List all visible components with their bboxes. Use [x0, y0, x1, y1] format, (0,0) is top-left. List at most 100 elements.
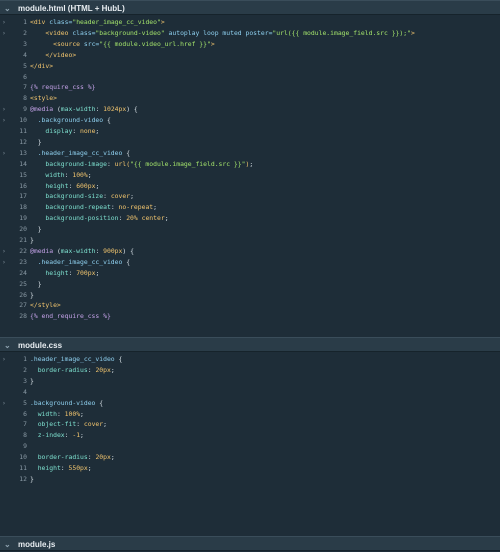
code-line[interactable]: 19 background-position: 20% center;: [0, 213, 500, 223]
line-number: 10: [19, 116, 27, 125]
code-line[interactable]: 7 {% require_css %}: [0, 82, 500, 92]
line-number: 24: [19, 268, 27, 277]
panel-header-css[interactable]: ⌄ module.css: [0, 337, 500, 352]
code-text: </div>: [30, 61, 54, 70]
code-line[interactable]: 14 background-image: url("{{ module.imag…: [0, 159, 500, 169]
code-line[interactable]: 9: [0, 441, 500, 451]
code-text: </style>: [30, 301, 61, 310]
code-text: }: [30, 290, 34, 299]
code-line[interactable]: 25 }: [0, 279, 500, 289]
code-text: {% end_require_css %}: [30, 312, 111, 321]
code-text: background-size: cover;: [45, 192, 134, 201]
code-line[interactable]: › 5 .background-video {: [0, 398, 500, 408]
code-editor-html[interactable]: › 1 <div class="header_image_cc_video"> › 2 …: [0, 15, 500, 337]
code-line[interactable]: 27 </style>: [0, 300, 500, 310]
line-number: 26: [19, 290, 27, 299]
code-text: <style>: [30, 94, 57, 103]
code-text: .background-video {: [37, 116, 111, 125]
line-number: 7: [23, 420, 27, 429]
line-number: 2: [23, 28, 27, 37]
code-line[interactable]: 21}: [0, 235, 500, 245]
code-line[interactable]: › 10 .background-video {: [0, 115, 500, 125]
line-number: 12: [19, 137, 27, 146]
chevron-down-icon[interactable]: ⌄: [4, 338, 11, 353]
code-line[interactable]: › 2 <video class="background-video" autop…: [0, 28, 500, 38]
code-line[interactable]: 8 <style>: [0, 93, 500, 103]
code-line[interactable]: › 9 @media (max-width: 1024px) {: [0, 104, 500, 114]
code-line[interactable]: 5 </div>: [0, 61, 500, 71]
code-line[interactable]: 2 border-radius: 20px;: [0, 365, 500, 375]
code-line[interactable]: 11 display: none;: [0, 126, 500, 136]
code-line[interactable]: › 22 @media (max-width: 900px) {: [0, 246, 500, 256]
code-text: .background-video {: [30, 398, 104, 407]
line-number: 14: [19, 159, 27, 168]
code-text: <source src="{{ module.video_url.href }}…: [53, 39, 215, 48]
line-number: 10: [19, 453, 27, 462]
code-line[interactable]: 28 {% end_require_css %}: [0, 311, 500, 321]
code-line[interactable]: 17 background-size: cover;: [0, 191, 500, 201]
code-text: <div class="header_image_cc_video">: [30, 18, 165, 26]
code-text: width: 100%;: [37, 409, 84, 418]
code-text: <video class="background-video" autoplay…: [45, 28, 415, 37]
code-line[interactable]: 15 width: 100%;: [0, 170, 500, 180]
code-line[interactable]: › 1 .header_image_cc_video {: [0, 354, 500, 364]
line-number: 18: [19, 203, 27, 212]
code-line[interactable]: 3 <source src="{{ module.video_url.href …: [0, 39, 500, 49]
code-text: }: [30, 236, 34, 244]
code-text: border-radius: 20px;: [37, 453, 115, 462]
chevron-down-icon[interactable]: ⌄: [4, 537, 11, 552]
code-text: z-index: -1;: [37, 431, 84, 440]
line-number: 16: [19, 181, 27, 190]
code-line[interactable]: 12 }: [0, 137, 500, 147]
panel-title-js: module.js: [18, 540, 56, 549]
code-line[interactable]: 3}: [0, 376, 500, 386]
code-line[interactable]: 6 width: 100%;: [0, 409, 500, 419]
code-line[interactable]: › 13 .header_image_cc_video {: [0, 148, 500, 158]
code-text: background-image: url("{{ module.image_f…: [45, 159, 254, 168]
code-text: {% require_css %}: [30, 83, 96, 92]
line-number: 7: [23, 83, 27, 92]
line-number: 17: [19, 192, 27, 201]
code-line[interactable]: 26}: [0, 290, 500, 300]
line-number: 12: [19, 474, 27, 483]
code-line[interactable]: › 23 .header_image_cc_video {: [0, 257, 500, 267]
line-number: 28: [19, 312, 27, 321]
line-number: 8: [23, 431, 27, 440]
line-number: 4: [23, 50, 27, 59]
code-text: }: [37, 137, 42, 146]
code-line[interactable]: 12}: [0, 474, 500, 484]
line-number: 21: [19, 236, 27, 244]
code-text: </video>: [45, 50, 77, 59]
line-number: 3: [23, 376, 27, 385]
panel-header-js[interactable]: ⌄ module.js: [0, 536, 500, 551]
panel-title-html: module.html (HTML + HubL): [18, 4, 125, 13]
line-number: 4: [23, 387, 27, 396]
code-text: height: 550px;: [37, 464, 92, 472]
line-number: 22: [19, 246, 27, 255]
code-text: .header_image_cc_video {: [37, 148, 131, 157]
line-number: 13: [19, 148, 27, 157]
code-editor-css[interactable]: › 1 .header_image_cc_video {2 border-radiu…: [0, 352, 500, 536]
panel-header-html[interactable]: ⌄ module.html (HTML + HubL): [0, 0, 500, 15]
code-line[interactable]: 8 z-index: -1;: [0, 430, 500, 440]
code-line[interactable]: 20 }: [0, 224, 500, 234]
code-line[interactable]: 24 height: 700px;: [0, 268, 500, 278]
line-number: 1: [23, 18, 27, 26]
line-number: 11: [19, 464, 27, 472]
line-number: 11: [19, 127, 27, 135]
code-line[interactable]: 6: [0, 72, 500, 82]
code-line[interactable]: 7 object-fit: cover;: [0, 419, 500, 429]
code-line[interactable]: › 1 <div class="header_image_cc_video">: [0, 17, 500, 27]
code-text: height: 600px;: [45, 181, 100, 190]
line-number: 3: [23, 39, 27, 48]
code-line[interactable]: 4: [0, 387, 500, 397]
code-line[interactable]: 4 </video>: [0, 50, 500, 60]
line-number: 9: [23, 442, 27, 451]
code-line[interactable]: 18 background-repeat: no-repeat;: [0, 202, 500, 212]
code-line[interactable]: 10 border-radius: 20px;: [0, 452, 500, 462]
line-number: 9: [23, 105, 27, 114]
code-line[interactable]: 16 height: 600px;: [0, 181, 500, 191]
chevron-down-icon[interactable]: ⌄: [4, 1, 11, 16]
code-line[interactable]: 11 height: 550px;: [0, 463, 500, 473]
line-number: 25: [19, 279, 27, 288]
